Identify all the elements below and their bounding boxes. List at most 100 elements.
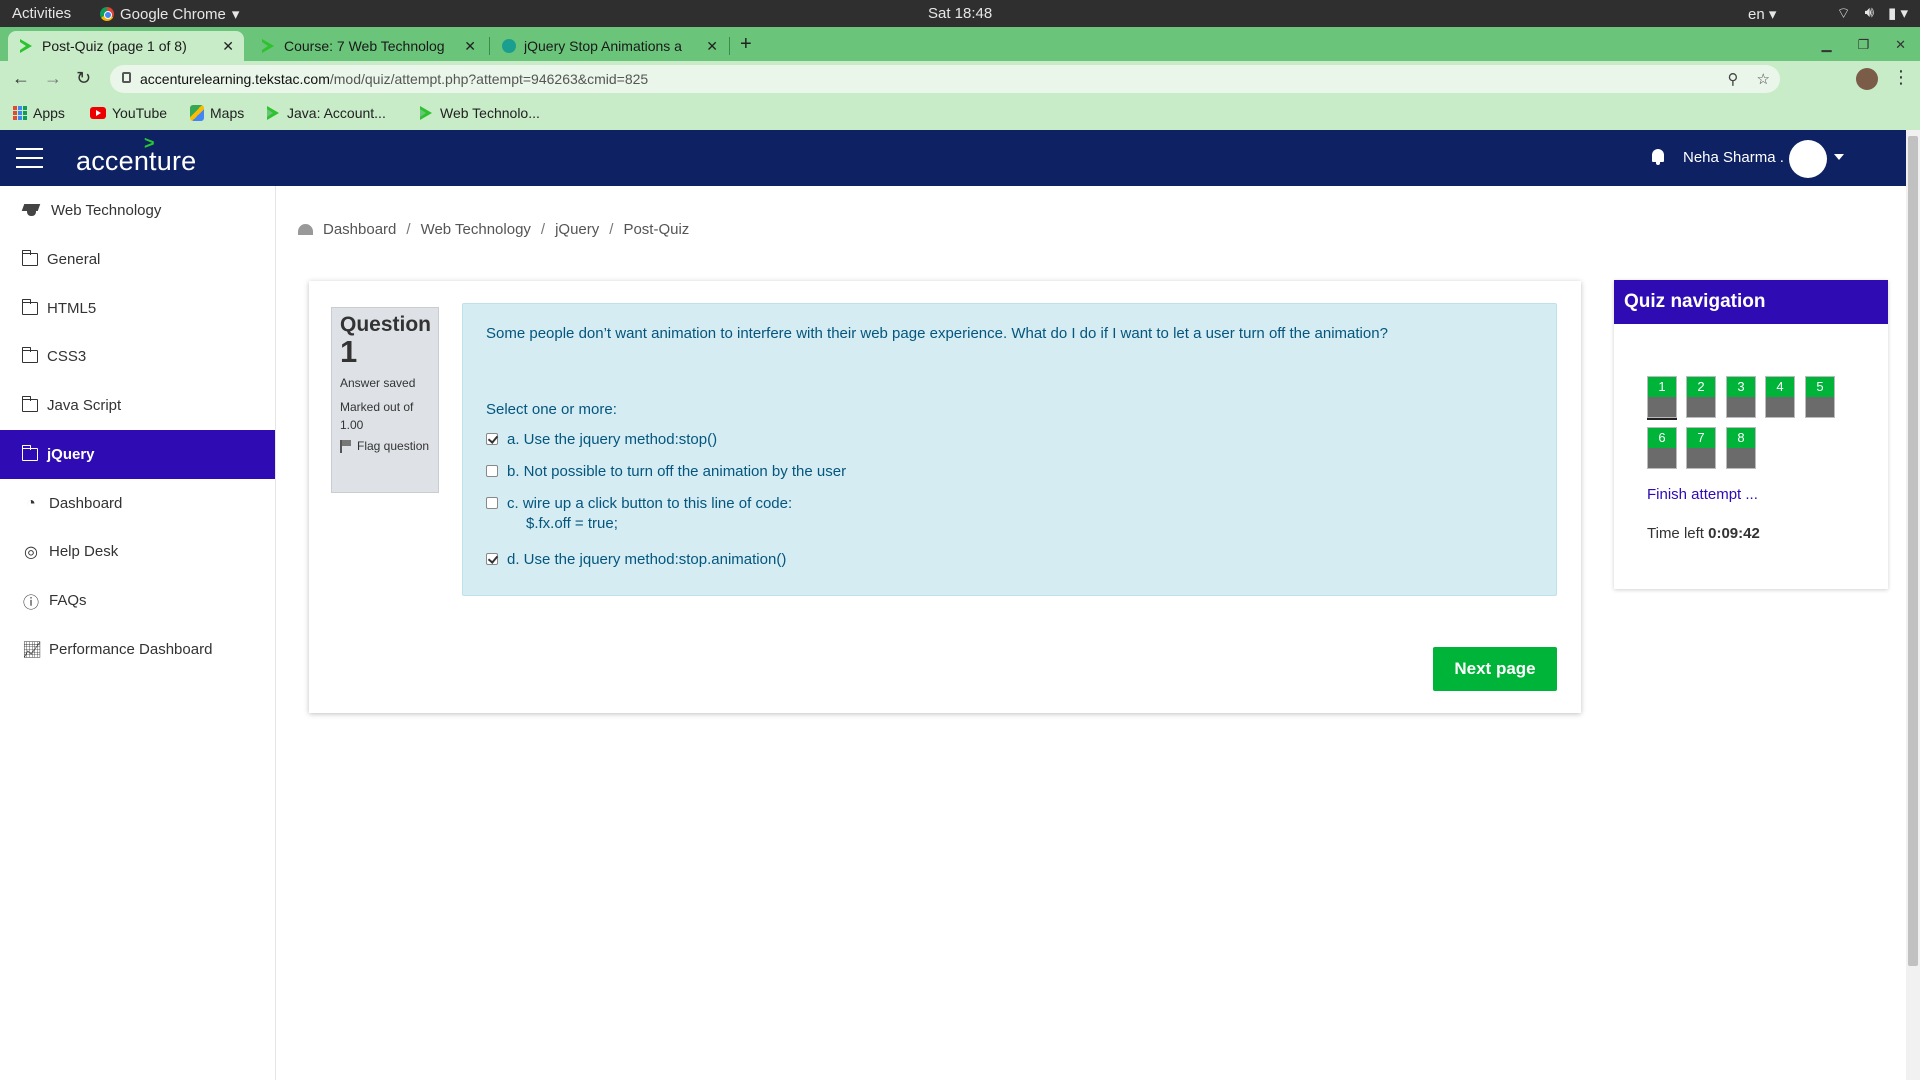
answer-option-b[interactable]: b. Not possible to turn off the animatio… [486,463,846,480]
site-favicon-icon [18,39,34,53]
battery-icon: ▮ ▾ [1888,5,1908,22]
sidebar-item-general[interactable]: General [0,235,275,284]
page-scrollbar[interactable] [1906,130,1920,1080]
close-window-icon[interactable]: ✕ [1895,37,1906,53]
next-page-button[interactable]: Next page [1433,647,1557,691]
sidebar-item-web-technology[interactable]: Web Technology [0,186,275,235]
quiz-nav-button-3[interactable]: 3 [1726,376,1756,418]
user-avatar[interactable] [1789,140,1827,178]
sidebar-item-performance-dashboard[interactable]: 📈︎ Performance Dashboard [0,625,275,674]
url-path: /mod/quiz/attempt.php?attempt=946263&cmi… [329,71,649,87]
restore-icon[interactable]: ❐ [1857,37,1869,53]
quiz-nav-button-8[interactable]: 8 [1726,427,1756,469]
scrollbar-thumb[interactable] [1908,136,1918,966]
sidebar-item-jquery[interactable]: jQuery [0,430,275,479]
flag-icon [340,440,351,453]
new-tab-button[interactable]: + [740,33,752,56]
close-tab-icon[interactable]: ✕ [464,38,476,55]
tab-title: jQuery Stop Animations a [524,38,682,54]
accenture-logo[interactable]: > accenture [76,133,196,177]
profile-avatar[interactable] [1856,68,1878,90]
minimize-icon[interactable]: ▁ [1821,37,1831,53]
quiz-nav-button-4[interactable]: 4 [1765,376,1795,418]
tab-title: Post-Quiz (page 1 of 8) [42,38,187,54]
sidebar-item-javascript[interactable]: Java Script [0,381,275,430]
browser-tab-strip: Post-Quiz (page 1 of 8) ✕ Course: 7 Web … [0,27,1920,61]
browser-tab[interactable]: Post-Quiz (page 1 of 8) ✕ [8,31,244,61]
flag-question-button[interactable]: Flag question [340,438,430,455]
bookmark-java-account[interactable]: Java: Account... [265,105,386,121]
time-left-value: 0:09:42 [1708,525,1760,542]
youtube-icon [90,107,106,119]
course-sidebar: Web Technology General HTML5 CSS3 Java S… [0,186,276,1080]
sidebar-item-faqs[interactable]: ⓘ FAQs [0,576,275,625]
breadcrumb-web-technology[interactable]: Web Technology [421,221,531,238]
close-tab-icon[interactable]: ✕ [706,38,718,55]
address-bar-actions: ⚲ ☆ [1728,70,1770,88]
breadcrumb-post-quiz[interactable]: Post-Quiz [623,221,689,238]
address-bar[interactable]: accenturelearning.tekstac.com/mod/quiz/a… [110,65,1780,93]
url-host: accenturelearning.tekstac.com [140,71,330,87]
w3-favicon-icon [502,39,516,53]
quiz-nav-button-6[interactable]: 6 [1647,427,1677,469]
option-checkbox[interactable] [486,433,498,445]
hamburger-menu-icon[interactable] [16,148,43,175]
zoom-icon[interactable]: ⚲ [1728,70,1739,88]
breadcrumb-jquery[interactable]: jQuery [555,221,599,238]
sidebar-item-html5[interactable]: HTML5 [0,284,275,333]
reload-icon[interactable]: ↻ [76,68,91,89]
option-label: c. wire up a click button to this line o… [507,495,793,512]
quiz-nav-button-2[interactable]: 2 [1686,376,1716,418]
apps-grid-icon [13,106,27,120]
sidebar-item-help-desk[interactable]: ◎ Help Desk [0,527,275,576]
answer-option-c[interactable]: c. wire up a click button to this line o… [486,495,792,532]
lock-icon[interactable] [122,72,131,83]
bookmark-youtube[interactable]: YouTube [90,105,167,121]
lifebuoy-icon: ◎ [24,543,38,561]
browser-tab[interactable]: Course: 7 Web Technolog ✕ [250,31,486,61]
folder-icon [21,396,38,412]
back-arrow-icon[interactable]: ← [12,68,30,89]
option-label: a. Use the jquery method:stop() [507,431,718,448]
folder-icon [21,250,38,266]
close-tab-icon[interactable]: ✕ [222,38,234,55]
option-checkbox[interactable] [486,465,498,477]
quiz-navigation-block: Quiz navigation 1 2 3 4 5 6 7 8 Finish a… [1614,280,1888,589]
bookmark-web-technology[interactable]: Web Technolo... [418,105,540,121]
bookmark-maps[interactable]: Maps [190,105,244,121]
browser-tab[interactable]: jQuery Stop Animations a ✕ [492,31,728,61]
clock[interactable]: Sat 18:48 [928,5,992,22]
answer-option-a[interactable]: a. Use the jquery method:stop() [486,431,717,448]
bookmark-apps[interactable]: Apps [13,105,65,121]
user-name[interactable]: Neha Sharma . [1683,149,1784,166]
app-name: Google Chrome [120,5,226,23]
question-content: Some people don’t want animation to inte… [462,303,1557,596]
activities-button[interactable]: Activities [12,5,71,22]
caret-down-icon: ▾ [231,6,240,23]
breadcrumb-separator: / [406,221,411,238]
language-indicator[interactable]: en ▾ [1748,5,1776,23]
quiz-nav-button-1[interactable]: 1 [1647,376,1677,418]
notification-bell-icon[interactable] [1650,147,1666,167]
dashboard-icon: ◔ [26,494,36,512]
wifi-icon: ⌔ [1836,5,1851,22]
answer-option-d[interactable]: d. Use the jquery method:stop.animation(… [486,551,786,568]
folder-icon [21,445,38,461]
sidebar-item-dashboard[interactable]: ◔ Dashboard [0,479,275,528]
finish-attempt-link[interactable]: Finish attempt ... [1647,486,1758,503]
volume-icon: 🔊︎ [1864,4,1875,21]
quiz-nav-button-7[interactable]: 7 [1686,427,1716,469]
app-menu[interactable]: Google Chrome ▾ [100,5,239,23]
forward-arrow-icon[interactable]: → [44,68,62,89]
sidebar-item-css3[interactable]: CSS3 [0,332,275,381]
folder-icon [21,347,38,363]
system-tray[interactable]: ⌔ 🔊︎ ▮ ▾ [1836,4,1908,23]
option-checkbox[interactable] [486,497,498,509]
user-menu-caret-icon[interactable] [1834,154,1844,160]
quiz-nav-button-5[interactable]: 5 [1805,376,1835,418]
breadcrumb-dashboard[interactable]: Dashboard [323,221,396,238]
browser-menu-icon[interactable]: ⋮ [1892,67,1910,88]
line-chart-icon: 📈︎ [22,641,43,659]
bookmark-star-icon[interactable]: ☆ [1757,70,1770,88]
option-checkbox[interactable] [486,553,498,565]
